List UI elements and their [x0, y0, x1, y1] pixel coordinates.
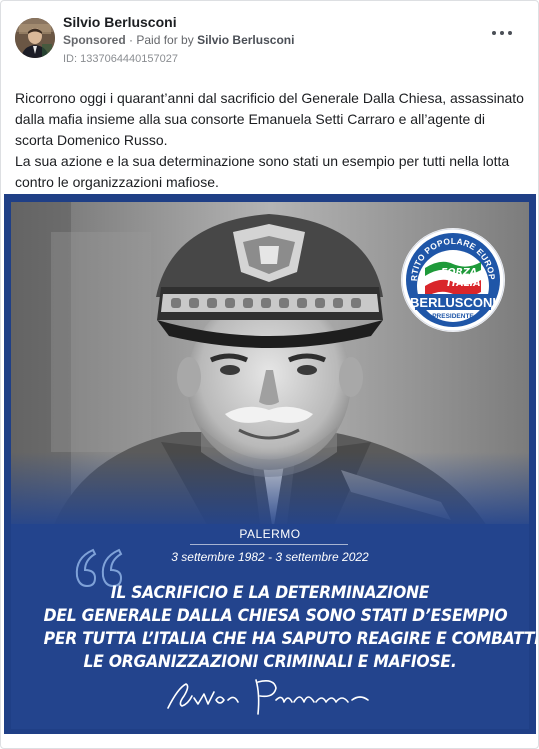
- body-paragraph-2: La sua azione e la sua determinazione so…: [15, 153, 510, 190]
- meta-separator: ·: [129, 33, 134, 47]
- place-label: PALERMO: [239, 527, 301, 541]
- sponsored-label: Sponsored: [63, 33, 126, 47]
- quote-text: IL SACRIFICIO E LA DETERMINAZIONE DEL GE…: [43, 582, 536, 674]
- sponsor-line: Sponsored · Paid for by Silvio Berluscon…: [63, 33, 294, 47]
- more-dots-icon: [508, 31, 512, 35]
- post-body: Ricorrono oggi i quarant’anni dal sacrif…: [15, 88, 525, 193]
- logo-flag-line-2: ITALIA: [447, 278, 481, 289]
- quote-line: DEL GENERALE DALLA CHIESA SONO STATI D’E…: [43, 606, 508, 626]
- logo-role: PRESIDENTE: [432, 313, 474, 320]
- body-paragraph-1: Ricorrono oggi i quarant’anni dal sacrif…: [15, 90, 524, 148]
- divider-line: [190, 544, 348, 545]
- post-header: Silvio Berlusconi Sponsored · Paid for b…: [15, 12, 524, 72]
- more-options-button[interactable]: [492, 26, 512, 40]
- ad-id: ID: 1337064440157027: [63, 53, 178, 65]
- page-avatar[interactable]: [15, 18, 55, 58]
- logo-flag-line-1: FORZA: [441, 267, 477, 278]
- logo-name: BERLUSCONI: [410, 295, 496, 310]
- more-dots-icon: [492, 31, 496, 35]
- quote-line: IL SACRIFICIO E LA DETERMINAZIONE: [110, 583, 430, 603]
- ad-card: Silvio Berlusconi Sponsored · Paid for b…: [0, 0, 539, 749]
- more-dots-icon: [500, 31, 504, 35]
- forza-italia-logo: PARTITO POPOLARE EUROPEO FORZA ITALIA BE…: [398, 220, 505, 332]
- ad-creative-image[interactable]: PARTITO POPOLARE EUROPEO FORZA ITALIA BE…: [4, 194, 536, 734]
- page-name[interactable]: Silvio Berlusconi: [63, 14, 177, 30]
- quote-line: PER TUTTA L’ITALIA CHE HA SAPUTO REAGIRE…: [43, 629, 536, 649]
- paid-for-name[interactable]: Silvio Berlusconi: [197, 33, 294, 47]
- signature: [164, 674, 379, 716]
- quote-line: LE ORGANIZZAZIONI CRIMINALI E MAFIOSE.: [83, 652, 457, 672]
- paid-for-prefix: Paid for by: [136, 33, 194, 47]
